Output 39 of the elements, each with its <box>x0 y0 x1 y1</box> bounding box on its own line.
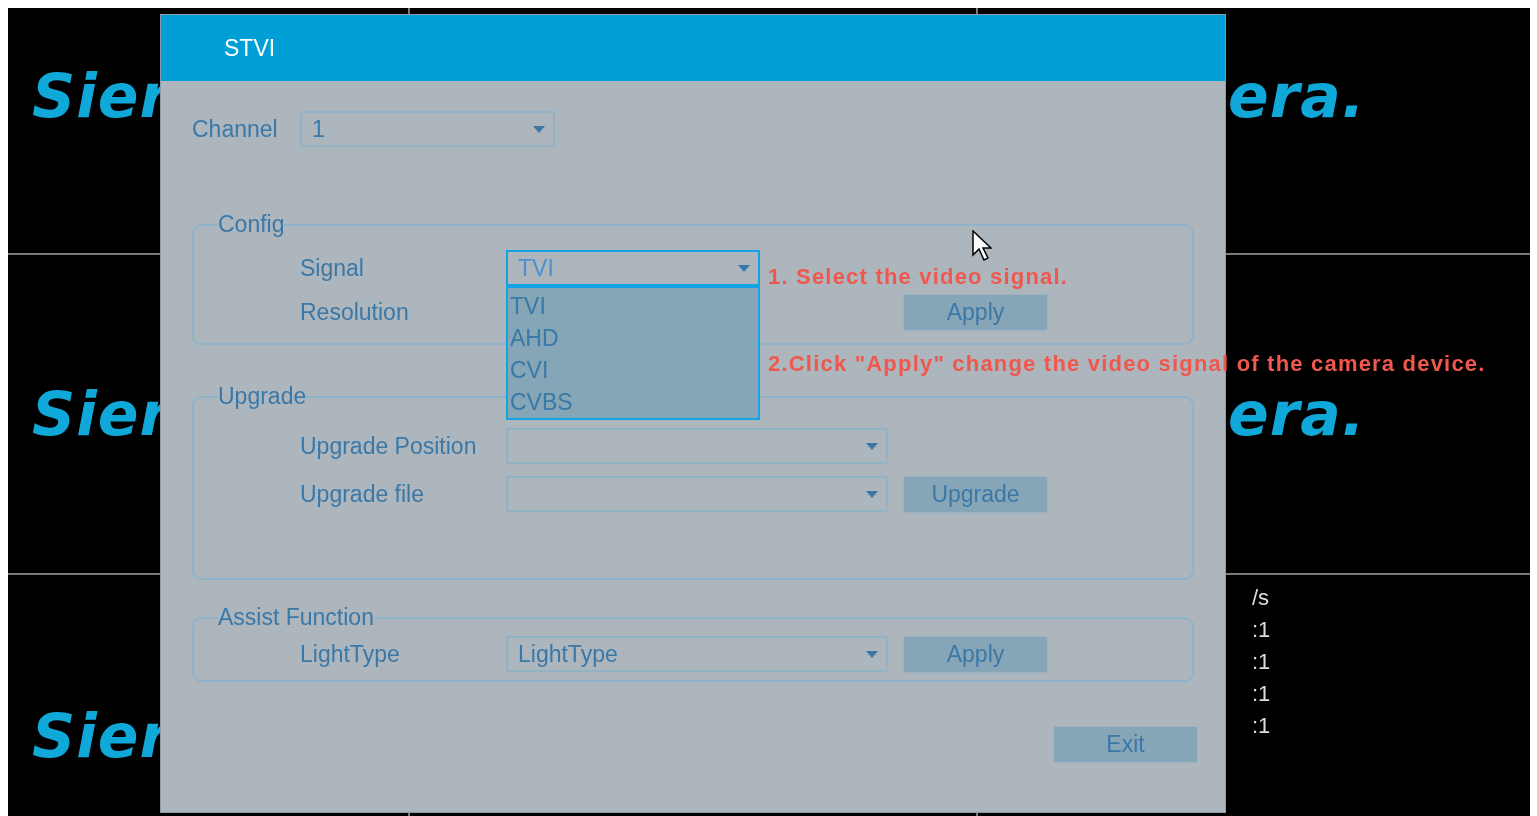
signal-label: Signal <box>300 254 365 282</box>
stat-text: :1 <box>1252 681 1271 707</box>
exit-button[interactable]: Exit <box>1053 726 1198 763</box>
caret-icon <box>866 442 878 450</box>
logo-text: era. <box>1228 379 1366 449</box>
caret-icon <box>866 650 878 658</box>
group-legend: Assist Function <box>218 604 374 631</box>
caret-icon <box>738 264 750 272</box>
apply-button[interactable]: Apply <box>903 635 1048 673</box>
resolution-label: Resolution <box>300 298 410 326</box>
annotation-text: 1. Select the video signal. <box>768 264 1069 290</box>
channel-select[interactable]: 1 <box>300 111 555 147</box>
mouse-cursor-icon <box>972 230 992 263</box>
caret-icon <box>533 125 545 133</box>
dropdown-option[interactable]: CVI <box>510 354 758 386</box>
channel-label: Channel <box>192 115 279 143</box>
window-title: STVI <box>224 34 276 62</box>
upgrade-position-select[interactable] <box>506 428 888 464</box>
stat-text: :1 <box>1252 713 1271 739</box>
apply-button[interactable]: Apply <box>903 293 1048 331</box>
stat-text: /s <box>1252 585 1270 611</box>
stat-text: :1 <box>1252 617 1271 643</box>
upgrade-position-label: Upgrade Position <box>300 432 478 460</box>
logo-text: Sier <box>32 60 171 131</box>
logo-text: era. <box>1228 60 1366 131</box>
logo-text: Sier <box>32 379 171 449</box>
upgrade-button[interactable]: Upgrade <box>903 475 1048 513</box>
caret-icon <box>866 490 878 498</box>
upgrade-file-select[interactable] <box>506 476 888 512</box>
upgrade-file-label: Upgrade file <box>300 480 426 508</box>
dropdown-option[interactable]: CVBS <box>510 386 758 418</box>
dropdown-option[interactable]: TVI <box>510 290 758 322</box>
lighttype-select[interactable]: LightType <box>506 636 888 672</box>
group-legend: Upgrade <box>218 383 307 410</box>
stat-text: :1 <box>1252 649 1271 675</box>
logo-text: Sier <box>32 700 171 771</box>
dropdown-option[interactable]: AHD <box>510 322 758 354</box>
lighttype-label: LightType <box>300 640 401 668</box>
group-legend: Config <box>218 211 285 238</box>
